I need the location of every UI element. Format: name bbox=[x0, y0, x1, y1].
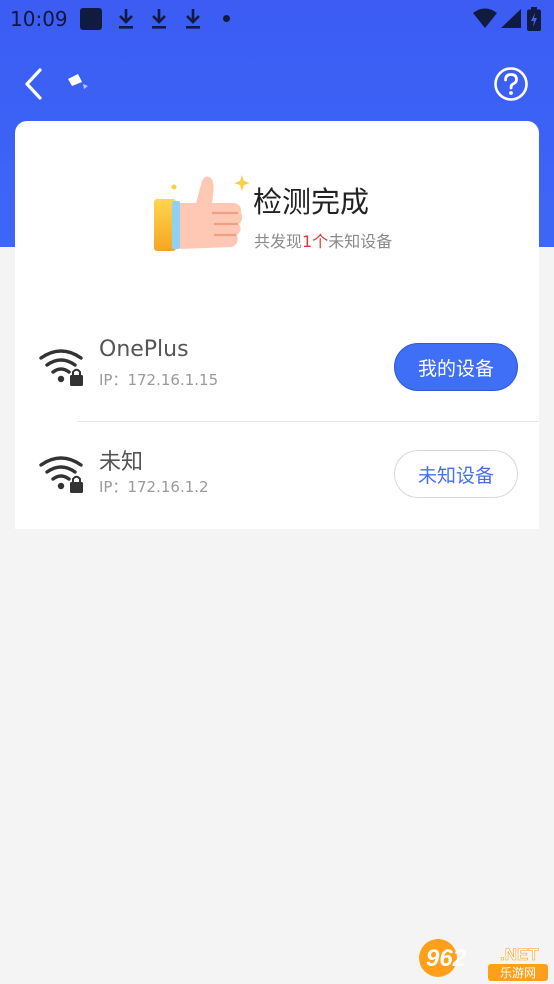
row-divider bbox=[77, 421, 539, 422]
more-notifications-icon bbox=[223, 15, 230, 22]
device-name: 未知 bbox=[99, 450, 144, 475]
device-ip: IP：172.16.1.2 bbox=[99, 478, 209, 496]
result-title: 检测完成 bbox=[253, 185, 370, 219]
battery-charging-icon bbox=[527, 7, 541, 31]
device-ip: IP：172.16.1.15 bbox=[99, 371, 219, 389]
download-icon bbox=[186, 9, 200, 29]
app-logo-icon bbox=[68, 74, 88, 89]
back-button[interactable] bbox=[20, 66, 50, 102]
thumbs-up-icon bbox=[154, 175, 250, 251]
my-device-button[interactable]: 我的设备 bbox=[394, 343, 518, 391]
subtitle-prefix: 共发现 bbox=[254, 232, 303, 251]
watermark-number: 962 bbox=[426, 945, 467, 972]
unknown-device-button[interactable]: 未知设备 bbox=[394, 450, 518, 498]
device-row: 未知 IP：172.16.1.2 未知设备 bbox=[15, 428, 539, 528]
device-row: OnePlus IP：172.16.1.15 我的设备 bbox=[15, 321, 539, 421]
help-button[interactable] bbox=[493, 66, 529, 102]
cell-signal-icon bbox=[501, 9, 521, 28]
wifi-lock-icon bbox=[39, 349, 83, 386]
device-name: OnePlus bbox=[99, 337, 189, 362]
status-bar: 10:09 bbox=[0, 0, 554, 38]
app-notification-icon bbox=[80, 8, 102, 30]
result-subtitle: 共发现1个未知设备 bbox=[254, 228, 392, 252]
watermark-suffix: .NET bbox=[500, 945, 539, 964]
result-card: 检测完成 共发现1个未知设备 OnePlus IP：172.16.1.15 我的… bbox=[15, 121, 539, 529]
watermark-logo: 962 .NET 乐游网 bbox=[419, 939, 548, 981]
download-icon bbox=[152, 9, 166, 29]
wifi-status-icon bbox=[473, 8, 497, 28]
unknown-device-count: 1个 bbox=[302, 232, 329, 251]
watermark-caption: 乐游网 bbox=[500, 966, 536, 980]
subtitle-suffix: 未知设备 bbox=[328, 232, 393, 251]
download-icon bbox=[119, 9, 133, 29]
status-time: 10:09 bbox=[10, 7, 68, 31]
wifi-lock-icon bbox=[39, 456, 83, 493]
